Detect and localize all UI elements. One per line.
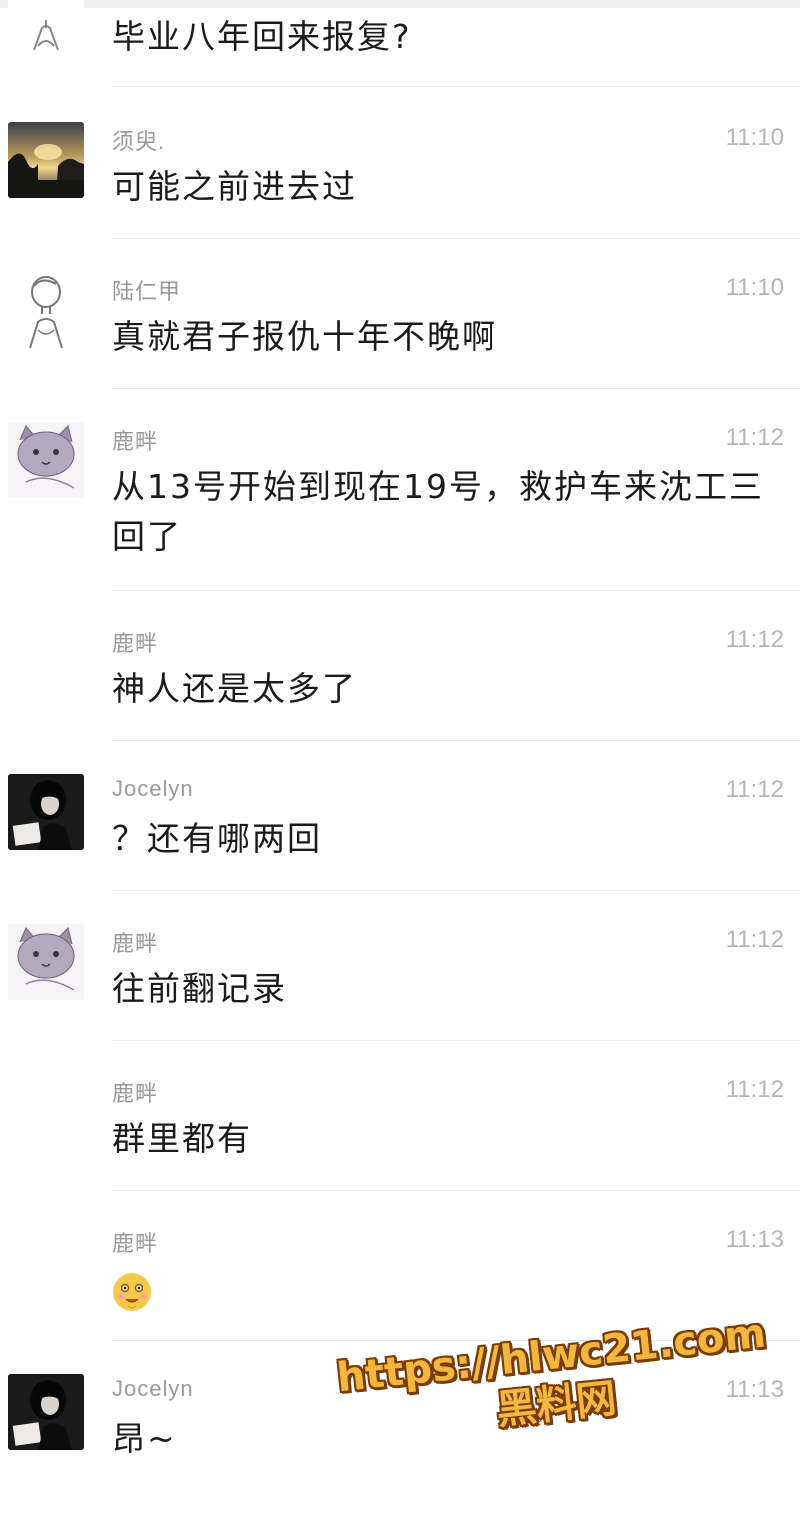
message-text: 群里都有 — [112, 1119, 252, 1158]
chat-message[interactable]: 陆仁甲 11:10 真就君子报仇十年不晚啊 — [0, 270, 800, 388]
sketch-person-icon — [33, 20, 59, 51]
sender-name: 鹿畔 — [112, 931, 159, 956]
divider — [112, 590, 800, 591]
divider — [112, 890, 800, 891]
avatar[interactable] — [8, 924, 84, 1000]
message-time: 11:12 — [725, 776, 784, 803]
chat-message[interactable]: 须臾. 11:10 可能之前进去过 — [0, 120, 800, 238]
sender-name: 鹿畔 — [112, 631, 159, 656]
message-text: 可能之前进去过 — [112, 167, 357, 206]
avatar[interactable] — [8, 122, 84, 198]
divider — [112, 1040, 800, 1041]
sender-name: 鹿畔 — [112, 429, 159, 454]
portrait-photo-icon — [8, 774, 84, 850]
cat-drawing-icon — [17, 927, 75, 991]
sunset-photo-icon — [8, 122, 84, 198]
message-text: ？还有哪两回 — [112, 819, 322, 858]
message-time: 11:12 — [725, 926, 784, 953]
divider — [112, 388, 800, 389]
avatar[interactable] — [8, 0, 84, 60]
message-time: 11:10 — [725, 274, 784, 301]
sender-name: Jocelyn — [112, 776, 194, 801]
chat-message[interactable]: 鹿畔 11:12 往前翻记录 — [0, 922, 800, 1040]
portrait-photo-icon — [8, 1374, 84, 1450]
divider — [112, 86, 800, 87]
chat-message[interactable]: Jocelyn 11:12 ？还有哪两回 — [0, 772, 800, 890]
divider — [112, 740, 800, 741]
message-text: 毕业八年回来报复? — [112, 17, 412, 56]
message-time: 11:13 — [725, 1226, 784, 1253]
cat-drawing-icon — [17, 425, 75, 489]
message-time: 11:12 — [725, 424, 784, 451]
message-time: 11:10 — [725, 124, 784, 151]
message-text: 神人还是太多了 — [112, 669, 357, 708]
chat-message[interactable]: 鹿畔 11:12 神人还是太多了 — [0, 622, 800, 740]
sketch-person-icon — [29, 276, 63, 348]
avatar[interactable] — [8, 272, 84, 348]
sender-name: 鹿畔 — [112, 1081, 159, 1106]
sender-name: 须臾. — [112, 129, 166, 154]
smiling-face-emoji-icon — [113, 1273, 151, 1311]
chat-message[interactable]: 鹿畔 11:12 群里都有 — [0, 1072, 800, 1190]
avatar[interactable] — [8, 1374, 84, 1450]
message-text: 真就君子报仇十年不晚啊 — [112, 317, 497, 356]
divider — [112, 1190, 800, 1191]
sender-name: Jocelyn — [112, 1376, 194, 1401]
divider — [112, 238, 800, 239]
message-time: 11:12 — [725, 1076, 784, 1103]
chat-message[interactable]: 鹿畔 11:12 从13号开始到现在19号，救护车来沈工三回了 — [0, 420, 800, 590]
message-time: 11:12 — [725, 626, 784, 653]
avatar[interactable] — [8, 774, 84, 850]
avatar[interactable] — [8, 422, 84, 498]
chat-message[interactable]: 毕业八年回来报复? — [0, 0, 800, 84]
message-text: 往前翻记录 — [112, 969, 287, 1008]
message-text: 从13号开始到现在19号，救护车来沈工三回了 — [112, 467, 764, 556]
sender-name: 陆仁甲 — [112, 279, 182, 304]
sender-name: 鹿畔 — [112, 1231, 159, 1256]
